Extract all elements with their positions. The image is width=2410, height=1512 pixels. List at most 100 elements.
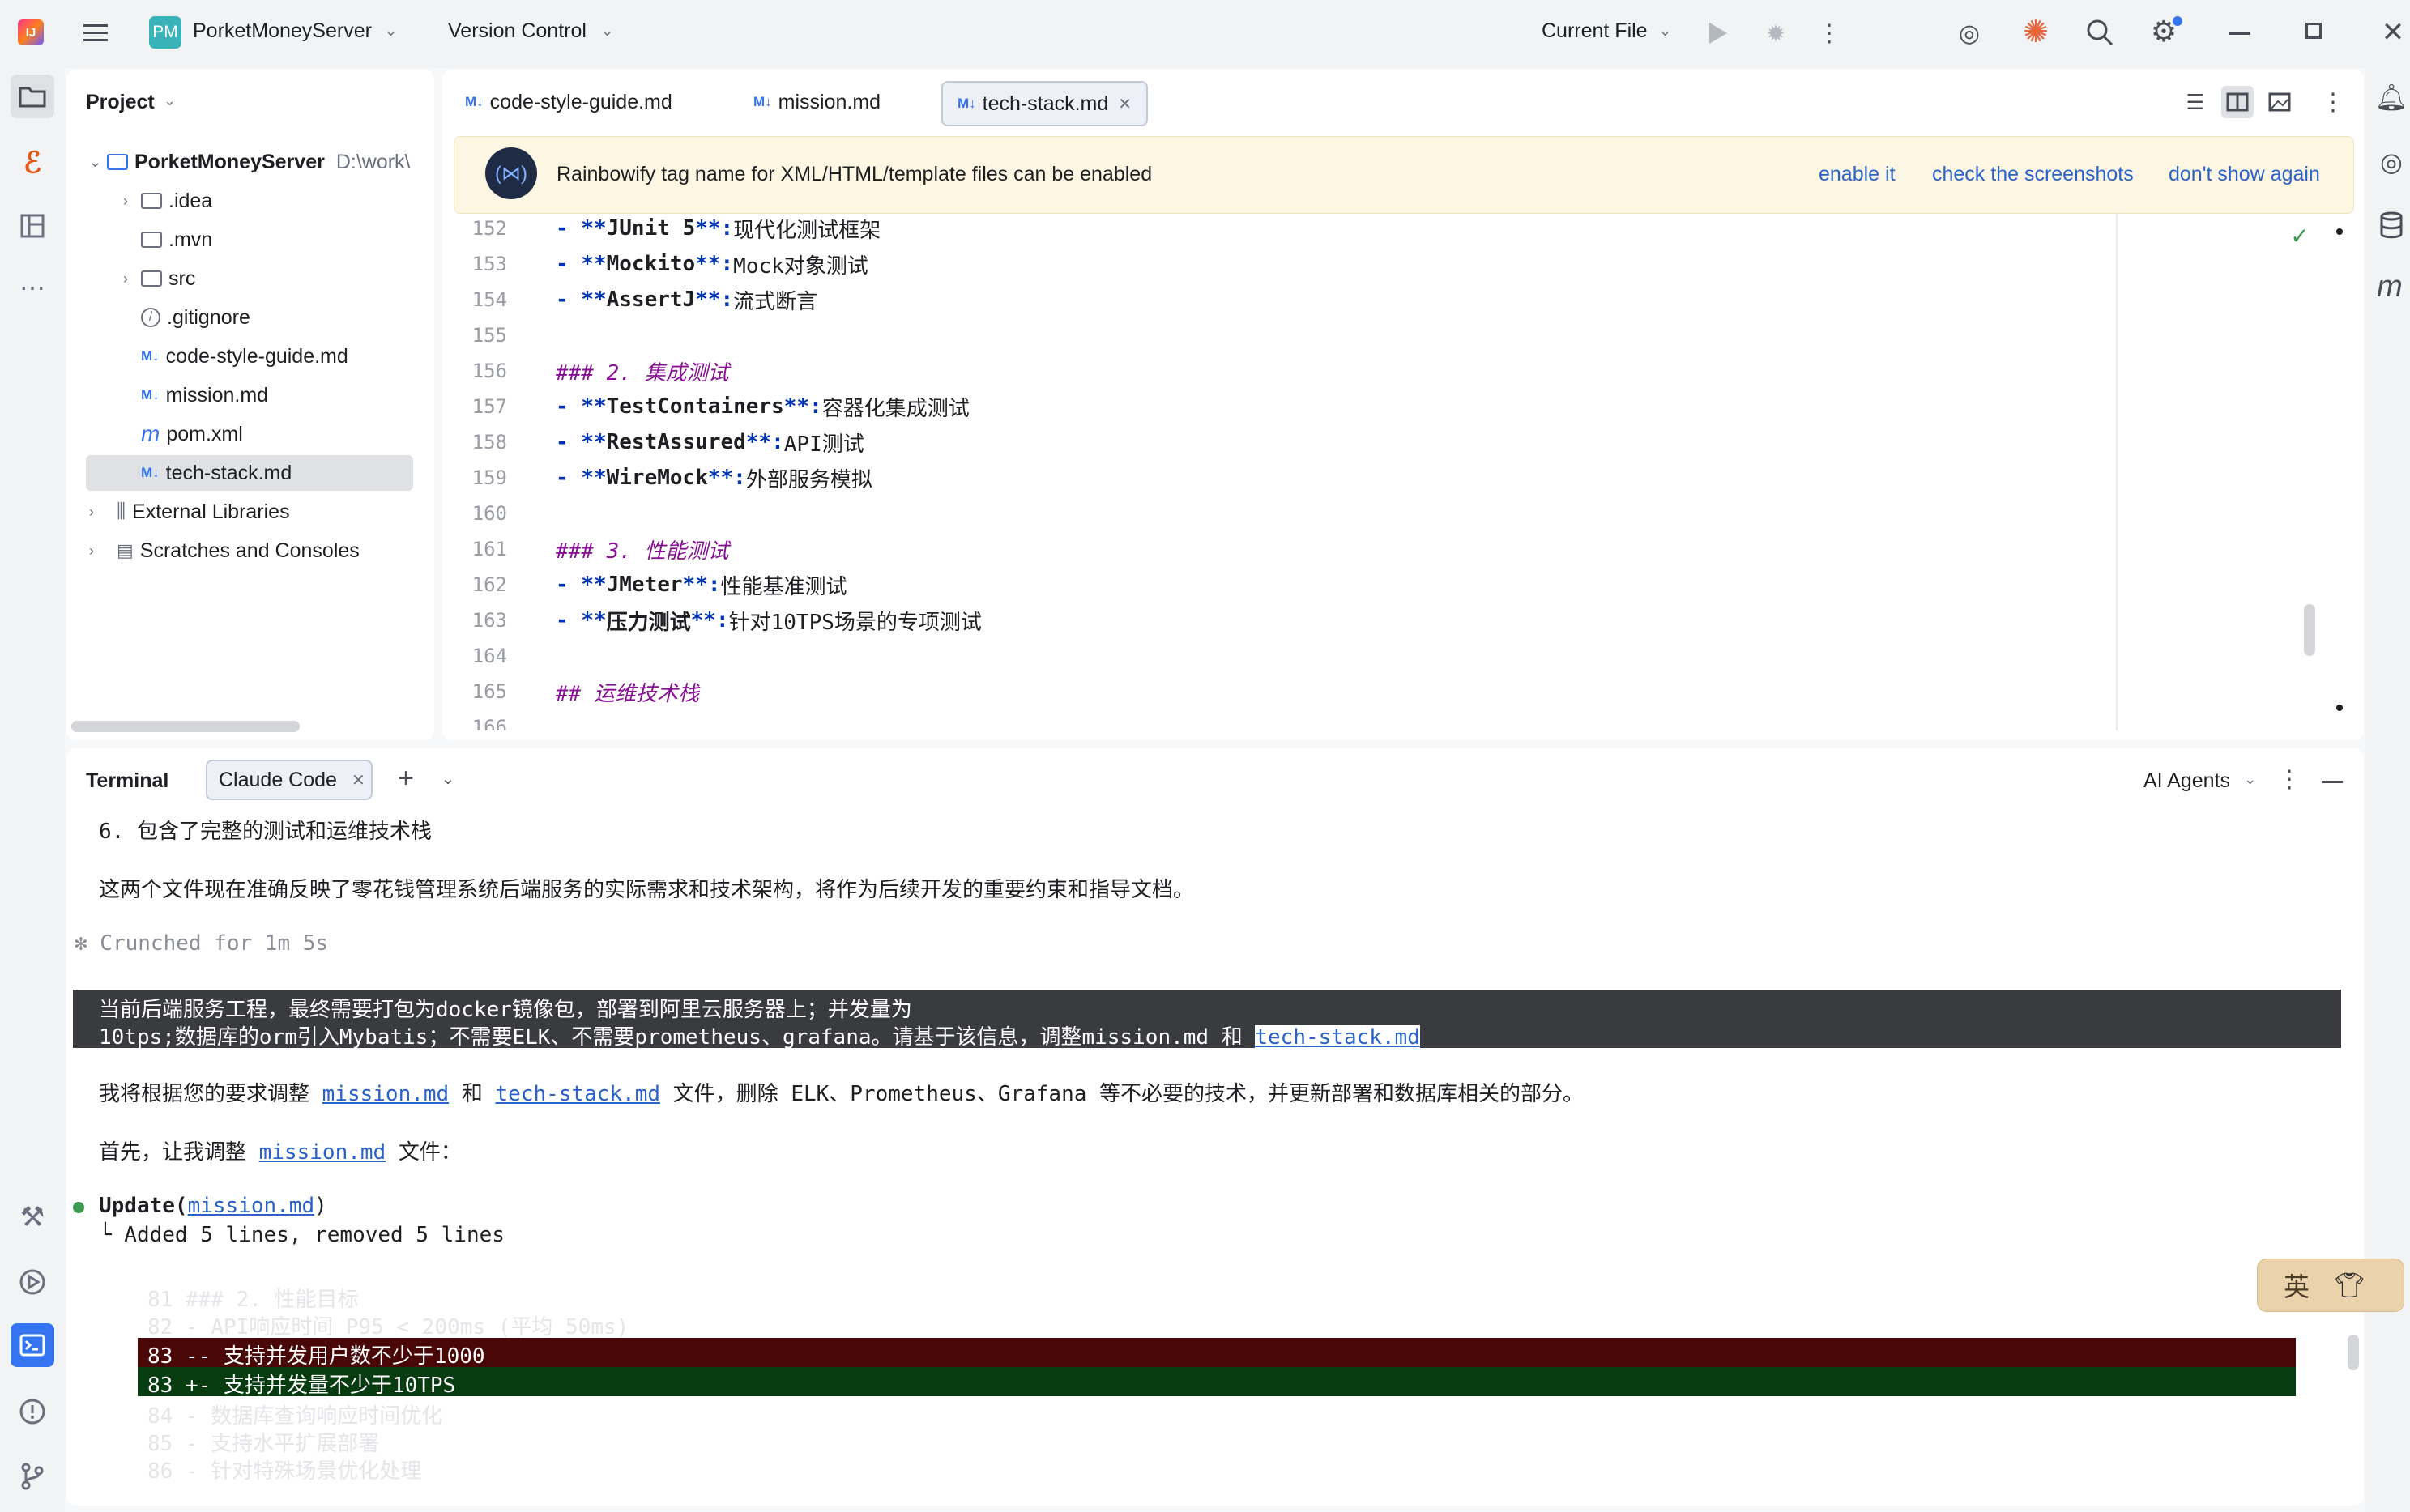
tool-success-dot [73,1202,84,1213]
vcs-chevron-icon[interactable]: ⌄ [601,23,613,40]
structure-icon[interactable] [11,204,54,248]
git-branch-icon[interactable] [11,1455,54,1498]
tech-stack-file-link[interactable]: tech-stack.md [496,1082,661,1106]
more-tools-icon[interactable]: ⋯ [11,266,54,309]
project-selector[interactable]: PorketMoneyServer [193,19,372,43]
collapse-chevron-icon[interactable]: › [89,504,107,521]
build-hammer-icon[interactable]: ⚒ [11,1195,54,1239]
problems-icon[interactable] [11,1390,54,1433]
close-tab-icon[interactable]: ✕ [352,770,365,790]
tree-item-gitignore[interactable]: / .gitignore [141,300,250,335]
project-chevron-icon[interactable]: ⌄ [385,23,397,40]
mission-file-link[interactable]: mission.md [259,1140,386,1165]
ai-assistant-icon[interactable]: ◎ [1954,18,1985,49]
markdown-icon: M↓ [958,96,976,111]
run-config-selector[interactable]: Current File [1542,19,1648,43]
tree-item-idea[interactable]: › .idea [123,183,212,219]
folder-icon [141,193,162,209]
preview-divider [2116,212,2118,730]
tree-item-mission[interactable]: M↓ mission.md [141,377,268,413]
terminal-line: 这两个文件现在准确反映了零花钱管理系统后端服务的实际需求和技术架构，将作为后续开… [99,878,1195,902]
code-area[interactable]: 152- ** JUnit 5 **: 现代化测试框架 153- ** Mockito… [442,212,2114,730]
assistant-reply: 我将根据您的要求调整 mission.md 和 tech-stack.md 文件… [99,1082,1585,1106]
enable-it-link[interactable]: enable it [1819,163,1896,186]
diff-added-line: 83 +- 支持并发量不少于10TPS [147,1374,456,1398]
project-badge[interactable]: PM [149,16,181,49]
plugin-notification-banner: (⋈) Rainbowify tag name for XML/HTML/tem… [454,136,2354,214]
claude-icon[interactable]: ✺ [2019,15,2053,49]
diff-removed-line: 83 -- 支持并发用户数不少于1000 [147,1344,485,1369]
ignore-icon: / [141,308,160,327]
new-tab-plus-icon[interactable]: + [390,763,421,794]
preview-only-icon[interactable] [2265,87,2294,117]
terminal-vertical-scrollbar[interactable] [2348,1335,2359,1370]
horizontal-scrollbar[interactable] [71,721,300,732]
diff-context-line: 82 - API响应时间 P95 < 200ms (平均 50ms) [147,1315,629,1340]
main-menu-icon[interactable] [79,18,112,47]
split-view-icon[interactable] [2221,86,2254,118]
ime-widget[interactable]: 英 👕︎ [2257,1259,2404,1312]
version-control-menu[interactable]: Version Control [448,19,587,43]
tab-claude-code[interactable]: Claude Code ✕ [206,760,373,800]
more-actions-icon[interactable]: ⋮ [1817,18,1841,49]
hide-panel-icon[interactable] [2322,781,2343,783]
terminal-tool-icon[interactable] [11,1323,54,1367]
ai-chat-icon[interactable]: ◎ [2375,146,2408,178]
run-services-icon[interactable] [11,1260,54,1304]
ai-agents-selector[interactable]: AI Agents [2143,769,2230,793]
terminal-more-icon[interactable]: ⋮ [2277,763,2301,795]
mission-file-link[interactable]: mission.md [322,1082,450,1106]
editor-more-icon[interactable]: ⋮ [2321,86,2345,118]
tab-tech-stack[interactable]: M↓ tech-stack.md ✕ [941,81,1149,126]
search-icon[interactable] [2084,16,2116,49]
project-tool-folder-icon[interactable] [11,75,54,118]
kotlin-plugin-icon[interactable]: ℰ [11,141,54,185]
run-config-chevron-icon[interactable]: ⌄ [1659,23,1671,40]
run-icon[interactable] [1709,23,1727,44]
dont-show-again-link[interactable]: don't show again [2169,163,2320,186]
tree-item-scratches[interactable]: › ▤ Scratches and Consoles [89,533,360,569]
database-icon[interactable] [2375,209,2408,241]
tree-item-label: code-style-guide.md [165,344,348,368]
terminal-title[interactable]: Terminal [86,769,168,793]
rainbowify-plugin-icon: (⋈) [485,147,537,199]
notifications-bell-icon[interactable]: 🔔︎ [2375,81,2408,113]
update-tool-call: Update(mission.md) [99,1194,327,1218]
tree-root[interactable]: ⌄ PorketMoneyServer D:\work\ [89,144,411,180]
diff-context-line: 85 - 支持水平扩展部署 [147,1432,380,1456]
tree-item-external-libraries[interactable]: › ⫼ External Libraries [89,494,290,530]
collapse-chevron-icon[interactable]: › [123,270,141,287]
editor-vertical-scrollbar[interactable] [2304,604,2315,656]
no-problems-check-icon[interactable]: ✓ [2288,224,2312,249]
tree-item-pom[interactable]: m pom.xml [141,416,243,452]
tree-item-code-style-guide[interactable]: M↓ code-style-guide.md [141,339,348,374]
settings-update-dot [2173,16,2182,26]
tree-item-mvn[interactable]: .mvn [141,222,212,258]
close-window-icon[interactable]: ✕ [2378,16,2408,49]
tree-item-tech-stack[interactable]: M↓ tech-stack.md [141,455,292,491]
user-prompt-line-1: 当前后端服务工程，最终需要打包为docker镜像包，部署到阿里云服务器上；并发量… [99,998,912,1022]
restore-window-icon[interactable] [2305,23,2322,39]
check-screenshots-link[interactable]: check the screenshots [1932,163,2134,186]
collapse-chevron-icon[interactable]: › [89,543,107,560]
tree-item-src[interactable]: › src [123,261,195,296]
minimize-window-icon[interactable] [2229,32,2250,35]
root-name: PorketMoneyServer [134,150,325,173]
maven-tool-icon[interactable]: m [2374,270,2406,304]
app-logo-icon[interactable]: IJ [18,19,44,45]
tab-list-chevron-icon[interactable]: ⌄ [436,766,460,790]
tab-mission[interactable]: M↓ mission.md [739,81,895,123]
project-view-chevron-icon[interactable]: ⌄ [164,92,176,109]
expand-chevron-icon[interactable]: ⌄ [89,154,107,171]
debug-icon[interactable]: ✹ [1762,19,1789,47]
prompt-file-link[interactable]: tech-stack.md [1255,1025,1420,1050]
tab-label: Claude Code [219,768,337,791]
mission-file-link[interactable]: mission.md [188,1194,315,1218]
editor-only-view-icon[interactable]: ☰ [2181,87,2210,117]
collapse-chevron-icon[interactable]: › [123,193,141,210]
close-tab-icon[interactable]: ✕ [1118,94,1132,114]
module-folder-icon [107,154,128,170]
ai-agents-chevron-icon[interactable]: ⌄ [2244,771,2256,788]
project-panel-title[interactable]: Project [86,91,155,114]
tab-code-style-guide[interactable]: M↓ code-style-guide.md [450,81,687,123]
